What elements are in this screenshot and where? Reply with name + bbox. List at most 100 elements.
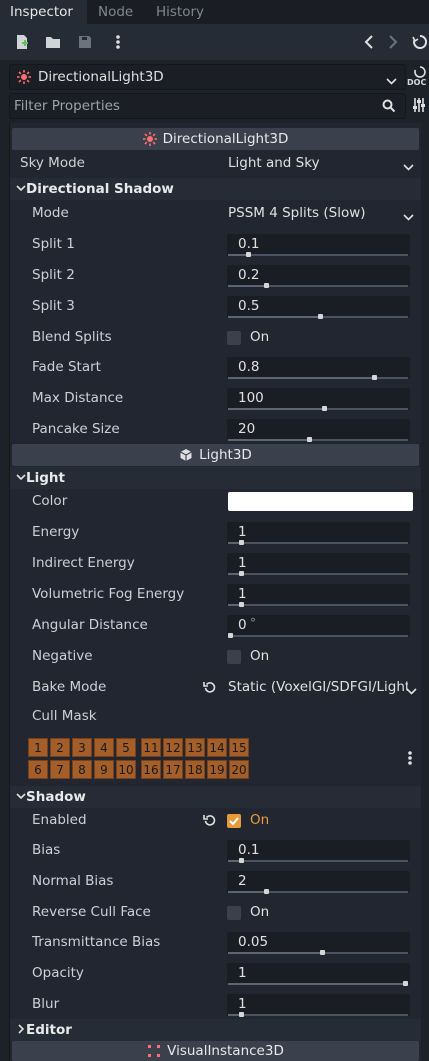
bias-slider[interactable] <box>228 858 408 863</box>
node-selector[interactable]: DirectionalLight3D <box>9 64 406 90</box>
shadow-enabled-checkbox[interactable] <box>227 814 241 828</box>
tab-inspector[interactable]: Inspector <box>0 0 87 24</box>
negative-on-label[interactable]: On <box>250 648 269 664</box>
pancake-size-field[interactable]: 20 <box>227 419 410 441</box>
revert-icon[interactable] <box>203 680 219 696</box>
max-distance-slider[interactable] <box>228 406 408 411</box>
pancake-size-slider[interactable] <box>228 437 408 442</box>
filter-properties-input[interactable]: Filter Properties <box>9 93 406 119</box>
new-resource-icon[interactable] <box>11 31 33 53</box>
blend-splits-checkbox[interactable] <box>227 331 241 345</box>
reverse-cull-face-checkbox[interactable] <box>227 906 241 920</box>
sky-mode-dropdown[interactable]: Light and Sky <box>222 153 418 175</box>
transmittance-bias-slider[interactable] <box>228 950 408 955</box>
cull-mask-layer-10[interactable]: 10 <box>116 760 136 779</box>
more-vertical-icon[interactable] <box>107 31 129 53</box>
normal-bias-slider[interactable] <box>228 889 408 894</box>
section-header-directional-light[interactable]: DirectionalLight3D <box>12 128 419 150</box>
category-editor[interactable]: Editor <box>10 1019 421 1041</box>
cull-mask-layer-12[interactable]: 12 <box>163 738 183 757</box>
fade-start-slider[interactable] <box>228 375 408 380</box>
slider-grabber[interactable] <box>239 1012 244 1017</box>
cull-mask-layer-11[interactable]: 11 <box>141 738 161 757</box>
more-vertical-icon[interactable] <box>408 750 412 770</box>
split-2-field[interactable]: 0.2 <box>227 265 410 287</box>
cull-mask-layer-15[interactable]: 15 <box>229 738 249 757</box>
cull-mask-layer-6[interactable]: 6 <box>28 760 48 779</box>
category-directional-shadow[interactable]: Directional Shadow <box>10 178 421 200</box>
volumetric-fog-energy-field[interactable]: 1 <box>227 584 410 606</box>
shadow-enabled-on-label[interactable]: On <box>250 812 269 828</box>
tab-node[interactable]: Node <box>88 0 143 24</box>
max-distance-field[interactable]: 100 <box>227 388 410 410</box>
blur-field[interactable]: 1 <box>227 994 410 1016</box>
open-folder-icon[interactable] <box>42 31 64 53</box>
fade-start-field[interactable]: 0.8 <box>227 357 410 379</box>
slider-grabber[interactable] <box>318 314 323 319</box>
light-color-swatch[interactable] <box>228 492 413 511</box>
transmittance-bias-field[interactable]: 0.05 <box>227 932 410 954</box>
cull-mask-layer-8[interactable]: 8 <box>72 760 92 779</box>
volumetric-fog-energy-slider[interactable] <box>228 602 408 607</box>
cull-mask-layer-4[interactable]: 4 <box>94 738 114 757</box>
slider-grabber[interactable] <box>372 375 377 380</box>
split-2-slider[interactable] <box>228 283 408 288</box>
cull-mask-layer-13[interactable]: 13 <box>185 738 205 757</box>
cull-mask-layer-16[interactable]: 16 <box>141 760 161 779</box>
blur-slider[interactable] <box>228 1012 408 1017</box>
save-icon[interactable] <box>74 31 96 53</box>
slider-grabber[interactable] <box>239 858 244 863</box>
slider-grabber[interactable] <box>264 283 269 288</box>
angular-distance-slider[interactable] <box>228 633 408 638</box>
cull-mask-layer-17[interactable]: 17 <box>163 760 183 779</box>
split-3-slider[interactable] <box>228 314 408 319</box>
split-1-field[interactable]: 0.1 <box>227 234 410 256</box>
angular-distance-field[interactable]: 0 ° <box>227 615 410 637</box>
energy-field[interactable]: 1 <box>227 522 410 544</box>
slider-grabber[interactable] <box>239 602 244 607</box>
blend-splits-on-label[interactable]: On <box>250 329 269 345</box>
category-light[interactable]: Light <box>10 467 421 489</box>
slider-grabber[interactable] <box>264 889 269 894</box>
slider-grabber[interactable] <box>228 633 233 638</box>
revert-icon[interactable] <box>203 813 219 829</box>
object-tools-icon[interactable] <box>409 31 429 53</box>
cull-mask-layer-7[interactable]: 7 <box>50 760 70 779</box>
slider-grabber[interactable] <box>320 950 325 955</box>
cull-mask-layer-5[interactable]: 5 <box>116 738 136 757</box>
cull-mask-layer-1[interactable]: 1 <box>28 738 48 757</box>
cull-mask-layer-2[interactable]: 2 <box>50 738 70 757</box>
slider-grabber[interactable] <box>246 252 251 257</box>
slider-grabber[interactable] <box>239 540 244 545</box>
cull-mask-layer-14[interactable]: 14 <box>207 738 227 757</box>
tab-history[interactable]: History <box>146 0 214 24</box>
opacity-slider[interactable] <box>228 981 408 986</box>
section-header-light3d[interactable]: Light3D <box>12 444 419 466</box>
shadow-mode-dropdown[interactable]: PSSM 4 Splits (Slow) <box>222 203 418 225</box>
property-tools-button[interactable] <box>409 97 429 117</box>
opacity-field[interactable]: 1 <box>227 963 410 985</box>
reverse-cull-face-on-label[interactable]: On <box>250 904 269 920</box>
split-1-slider[interactable] <box>228 252 408 257</box>
category-shadow[interactable]: Shadow <box>10 786 421 808</box>
slider-grabber[interactable] <box>307 437 312 442</box>
bias-field[interactable]: 0.1 <box>227 840 410 862</box>
bake-mode-dropdown[interactable]: Static (VoxelGI/SDFGI/LightmapGI) <box>222 677 418 699</box>
indirect-energy-slider[interactable] <box>228 571 408 576</box>
energy-slider[interactable] <box>228 540 408 545</box>
slider-grabber[interactable] <box>322 406 327 411</box>
cull-mask-layer-9[interactable]: 9 <box>94 760 114 779</box>
slider-grabber[interactable] <box>403 981 408 986</box>
history-forward-icon[interactable] <box>382 31 404 53</box>
normal-bias-field[interactable]: 2 <box>227 871 410 893</box>
section-header-visual-instance[interactable]: VisualInstance3D <box>12 1041 419 1061</box>
cull-mask-layer-18[interactable]: 18 <box>185 760 205 779</box>
cull-mask-layer-19[interactable]: 19 <box>207 760 227 779</box>
cull-mask-layer-3[interactable]: 3 <box>72 738 92 757</box>
negative-checkbox[interactable] <box>227 650 241 664</box>
history-back-icon[interactable] <box>358 31 380 53</box>
indirect-energy-field[interactable]: 1 <box>227 553 410 575</box>
cull-mask-layer-20[interactable]: 20 <box>229 760 249 779</box>
docs-button[interactable]: DOC <box>407 66 429 90</box>
slider-grabber[interactable] <box>239 571 244 576</box>
